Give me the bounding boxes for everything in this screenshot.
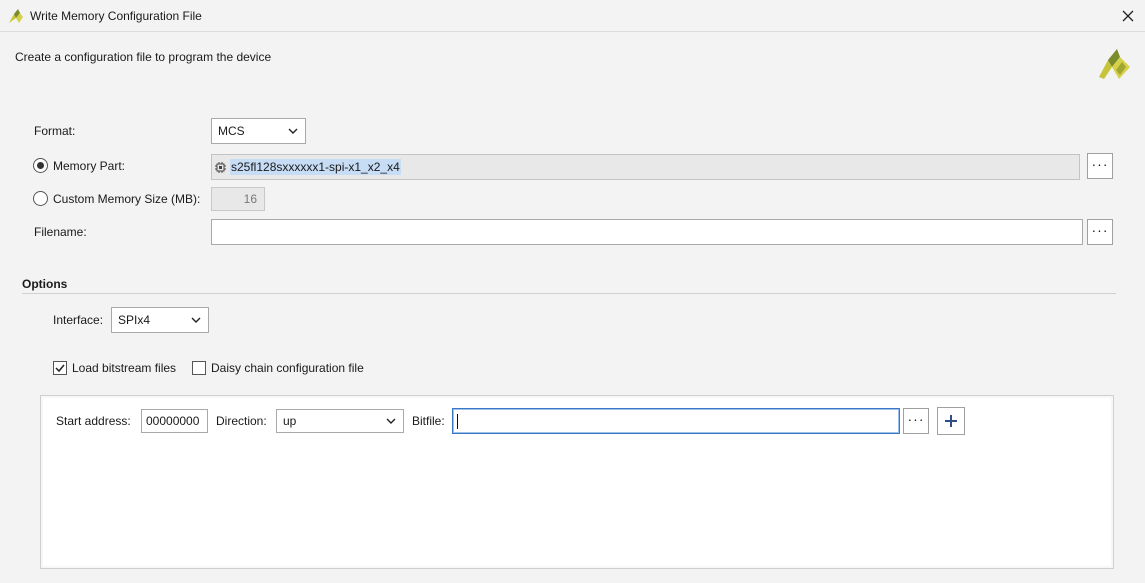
format-value: MCS <box>218 124 245 138</box>
start-address-label: Start address: <box>56 414 131 428</box>
vivado-logo <box>1099 49 1130 79</box>
filename-input[interactable] <box>211 219 1083 245</box>
chevron-down-icon <box>288 128 298 134</box>
custom-memory-size-field[interactable]: 16 <box>211 187 265 211</box>
load-bitstream-checkbox[interactable] <box>53 361 67 375</box>
interface-select[interactable]: SPIx4 <box>111 307 209 333</box>
window-title: Write Memory Configuration File <box>30 9 202 23</box>
interface-value: SPIx4 <box>118 313 151 327</box>
interface-label: Interface: <box>53 313 104 327</box>
bitfile-browse-button[interactable]: ··· <box>903 408 929 434</box>
ellipsis-icon: ··· <box>1091 156 1109 172</box>
daisy-chain-label: Daisy chain configuration file <box>211 361 364 375</box>
options-section-title: Options <box>22 277 68 291</box>
bitfile-input[interactable] <box>452 408 900 434</box>
add-bitfile-button[interactable] <box>937 407 965 435</box>
format-select[interactable]: MCS <box>211 118 306 144</box>
memory-part-radio[interactable] <box>33 158 48 173</box>
start-address-input[interactable]: 00000000 <box>141 409 208 433</box>
options-divider <box>22 293 1116 294</box>
memory-part-label: Memory Part: <box>53 159 126 173</box>
load-bitstream-label: Load bitstream files <box>72 361 177 375</box>
filename-label: Filename: <box>34 225 87 239</box>
title-bar: Write Memory Configuration File <box>0 0 1145 32</box>
direction-value: up <box>283 414 297 428</box>
custom-memory-size-label: Custom Memory Size (MB): <box>53 192 201 206</box>
plus-icon <box>945 415 957 427</box>
chip-icon <box>215 161 226 173</box>
chevron-down-icon <box>191 317 201 323</box>
chevron-down-icon <box>386 418 396 424</box>
checkmark-icon <box>55 364 65 373</box>
custom-memory-size-radio[interactable] <box>33 191 48 206</box>
dialog-description: Create a configuration file to program t… <box>15 50 272 64</box>
text-caret <box>457 414 458 429</box>
ellipsis-icon: ··· <box>1091 222 1109 238</box>
daisy-chain-checkbox[interactable] <box>192 361 206 375</box>
memory-part-value: s25fl128sxxxxxx1-spi-x1_x2_x4 <box>230 159 401 175</box>
filename-browse-button[interactable]: ··· <box>1087 219 1113 245</box>
memory-part-field[interactable]: s25fl128sxxxxxx1-spi-x1_x2_x4 <box>211 154 1080 180</box>
memory-part-browse-button[interactable]: ··· <box>1087 153 1113 179</box>
close-button[interactable] <box>1115 3 1141 29</box>
direction-select[interactable]: up <box>276 409 404 433</box>
close-icon <box>1122 10 1134 22</box>
bitfile-label: Bitfile: <box>412 414 445 428</box>
direction-label: Direction: <box>216 414 267 428</box>
vivado-logo-icon <box>9 9 23 23</box>
format-label: Format: <box>34 124 75 138</box>
ellipsis-icon: ··· <box>907 411 925 427</box>
format-label-text: Format: <box>34 124 76 138</box>
